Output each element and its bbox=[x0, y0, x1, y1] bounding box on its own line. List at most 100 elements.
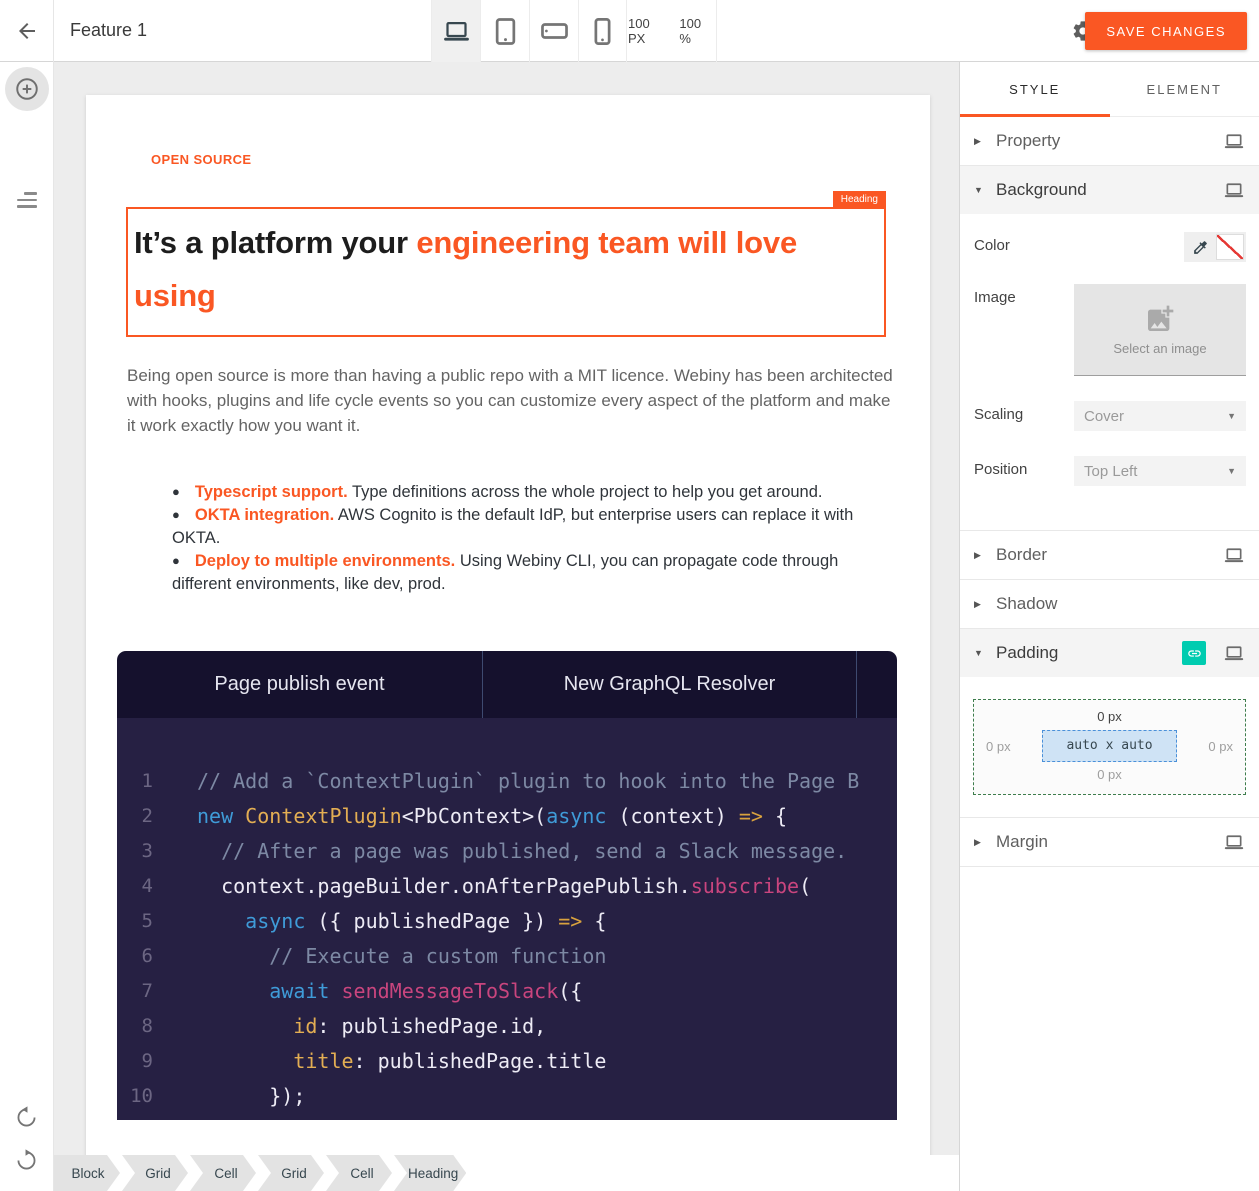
color-picker-group bbox=[1184, 232, 1246, 262]
code-line: 3 // After a page was published, send a … bbox=[117, 834, 897, 869]
no-color-swatch[interactable] bbox=[1216, 234, 1244, 260]
code-image-block[interactable]: Page publish event New GraphQL Resolver … bbox=[117, 651, 897, 1120]
background-image-row: Image Select an image bbox=[974, 284, 1246, 376]
element-type-badge: Heading bbox=[833, 191, 886, 207]
chevron-down-icon: ▼ bbox=[974, 185, 986, 195]
code-text: await sendMessageToSlack({ bbox=[153, 974, 582, 1009]
code-line: 10 }); bbox=[117, 1079, 897, 1114]
navigator-button[interactable] bbox=[17, 192, 37, 212]
mobile-preview-button[interactable] bbox=[578, 0, 627, 62]
list-item[interactable]: ●Deploy to multiple environments. Using … bbox=[172, 550, 872, 596]
element-breadcrumb-bar: BlockGridCellGridCellHeading bbox=[54, 1155, 959, 1191]
line-number: 11 bbox=[117, 1114, 153, 1120]
eyedropper-button[interactable] bbox=[1186, 234, 1214, 260]
padding-right-value[interactable]: 0 px bbox=[1187, 739, 1233, 754]
background-color-row: Color bbox=[974, 232, 1246, 262]
arrow-back-icon bbox=[15, 19, 39, 43]
background-position-row: Position Top Left ▼ bbox=[974, 456, 1246, 486]
code-line: 1// Add a `ContextPlugin` plugin to hook… bbox=[117, 764, 897, 799]
code-tab-new-graphql-resolver[interactable]: New GraphQL Resolver bbox=[483, 651, 857, 718]
line-number: 2 bbox=[117, 799, 153, 834]
mobile-icon bbox=[594, 18, 611, 45]
code-tab-page-publish-event[interactable]: Page publish event bbox=[117, 651, 483, 718]
chevron-down-icon: ▼ bbox=[1227, 466, 1236, 476]
breadcrumb-item-heading-5[interactable]: Heading bbox=[394, 1155, 466, 1191]
feature-bullet-list[interactable]: ●Typescript support. Type definitions ac… bbox=[172, 481, 872, 596]
line-number: 8 bbox=[117, 1009, 153, 1044]
code-text: id: publishedPage.id, bbox=[153, 1009, 546, 1044]
bullet-icon: ● bbox=[172, 553, 180, 568]
padding-settings: 0 px 0 px auto x auto 0 px 0 px bbox=[960, 677, 1259, 817]
select-image-dropzone[interactable]: Select an image bbox=[1074, 284, 1246, 376]
laptop-icon[interactable] bbox=[1224, 646, 1244, 661]
selected-heading-element[interactable]: Heading It’s a platform your engineering… bbox=[126, 207, 886, 337]
zoom-percent-value: 100 % bbox=[679, 16, 716, 46]
breadcrumb-item-cell-2[interactable]: Cell bbox=[190, 1155, 256, 1191]
section-shadow: ▶ Shadow bbox=[960, 580, 1259, 629]
line-number: 3 bbox=[117, 834, 153, 869]
scaling-select[interactable]: Cover ▼ bbox=[1074, 401, 1246, 431]
padding-left-value[interactable]: 0 px bbox=[986, 739, 1032, 754]
section-property-header[interactable]: ▶ Property bbox=[960, 117, 1259, 165]
padding-top-value[interactable]: 0 px bbox=[986, 706, 1233, 728]
breadcrumb-item-cell-4[interactable]: Cell bbox=[326, 1155, 392, 1191]
code-tab-clipped bbox=[857, 651, 897, 718]
tablet-preview-button[interactable] bbox=[480, 0, 529, 62]
section-background: ▼ Background Color Image bbox=[960, 166, 1259, 531]
section-background-header[interactable]: ▼ Background bbox=[960, 166, 1259, 214]
tab-style[interactable]: STYLE bbox=[960, 62, 1110, 116]
panel-tab-bar: STYLE ELEMENT bbox=[960, 62, 1259, 117]
section-margin-header[interactable]: ▶ Margin bbox=[960, 818, 1259, 866]
code-line: 6 // Execute a custom function bbox=[117, 939, 897, 974]
section-margin: ▶ Margin bbox=[960, 818, 1259, 867]
padding-bottom-value[interactable]: 0 px bbox=[986, 764, 1233, 786]
tablet-icon bbox=[495, 18, 516, 45]
section-padding-header[interactable]: ▼ Padding bbox=[960, 629, 1259, 677]
page-document: OPEN SOURCE Heading It’s a platform your… bbox=[86, 95, 930, 1191]
chevron-right-icon: ▶ bbox=[974, 837, 986, 848]
redo-button[interactable] bbox=[15, 1149, 38, 1177]
section-border-header[interactable]: ▶ Border bbox=[960, 531, 1259, 579]
code-text: title: publishedPage.title bbox=[153, 1044, 606, 1079]
kicker-text[interactable]: OPEN SOURCE bbox=[151, 152, 930, 167]
tab-element[interactable]: ELEMENT bbox=[1110, 62, 1259, 116]
add-element-button[interactable] bbox=[5, 67, 49, 111]
section-shadow-header[interactable]: ▶ Shadow bbox=[960, 580, 1259, 628]
breadcrumb-item-grid-3[interactable]: Grid bbox=[258, 1155, 324, 1191]
laptop-icon[interactable] bbox=[1224, 548, 1244, 563]
plus-circle-icon bbox=[14, 76, 40, 102]
page-title: Feature 1 bbox=[70, 20, 147, 41]
breadcrumb-item-block-0[interactable]: Block bbox=[54, 1155, 120, 1191]
desktop-preview-button[interactable] bbox=[431, 0, 480, 62]
navigator-icon bbox=[24, 192, 37, 195]
laptop-icon[interactable] bbox=[1224, 835, 1244, 850]
style-panel: STYLE ELEMENT ▶ Property ▼ Background Co… bbox=[959, 62, 1259, 1191]
link-sides-toggle[interactable] bbox=[1182, 641, 1206, 665]
back-button[interactable] bbox=[0, 0, 54, 62]
padding-size-input[interactable]: auto x auto bbox=[1042, 730, 1177, 762]
line-number: 1 bbox=[117, 764, 153, 799]
laptop-icon[interactable] bbox=[1224, 183, 1244, 198]
position-select[interactable]: Top Left ▼ bbox=[1074, 456, 1246, 486]
undo-button[interactable] bbox=[15, 1106, 38, 1134]
zoom-indicator[interactable]: 100 PX 100 % bbox=[628, 0, 717, 62]
tablet-landscape-preview-button[interactable] bbox=[529, 0, 578, 62]
laptop-icon[interactable] bbox=[1224, 134, 1244, 149]
top-toolbar: Feature 1 100 PX bbox=[0, 0, 1259, 62]
code-line: 2new ContextPlugin<PbContext>(async (con… bbox=[117, 799, 897, 834]
line-number: 10 bbox=[117, 1079, 153, 1114]
breadcrumb-item-grid-1[interactable]: Grid bbox=[122, 1155, 188, 1191]
save-changes-button[interactable]: SAVE CHANGES bbox=[1085, 12, 1247, 50]
heading-text[interactable]: It’s a platform your engineering team wi… bbox=[134, 216, 876, 322]
editor-canvas: OPEN SOURCE Heading It’s a platform your… bbox=[54, 62, 959, 1191]
undo-icon bbox=[15, 1106, 38, 1129]
chevron-down-icon: ▼ bbox=[974, 648, 986, 658]
line-number: 9 bbox=[117, 1044, 153, 1079]
intro-paragraph[interactable]: Being open source is more than having a … bbox=[127, 363, 893, 438]
link-icon bbox=[1187, 646, 1202, 661]
list-item[interactable]: ●Typescript support. Type definitions ac… bbox=[172, 481, 872, 504]
section-padding: ▼ Padding 0 px 0 px auto x auto 0 px 0 p… bbox=[960, 629, 1259, 818]
code-text: } bbox=[153, 1114, 257, 1120]
chevron-down-icon: ▼ bbox=[1227, 411, 1236, 421]
list-item[interactable]: ●OKTA integration. AWS Cognito is the de… bbox=[172, 504, 872, 550]
